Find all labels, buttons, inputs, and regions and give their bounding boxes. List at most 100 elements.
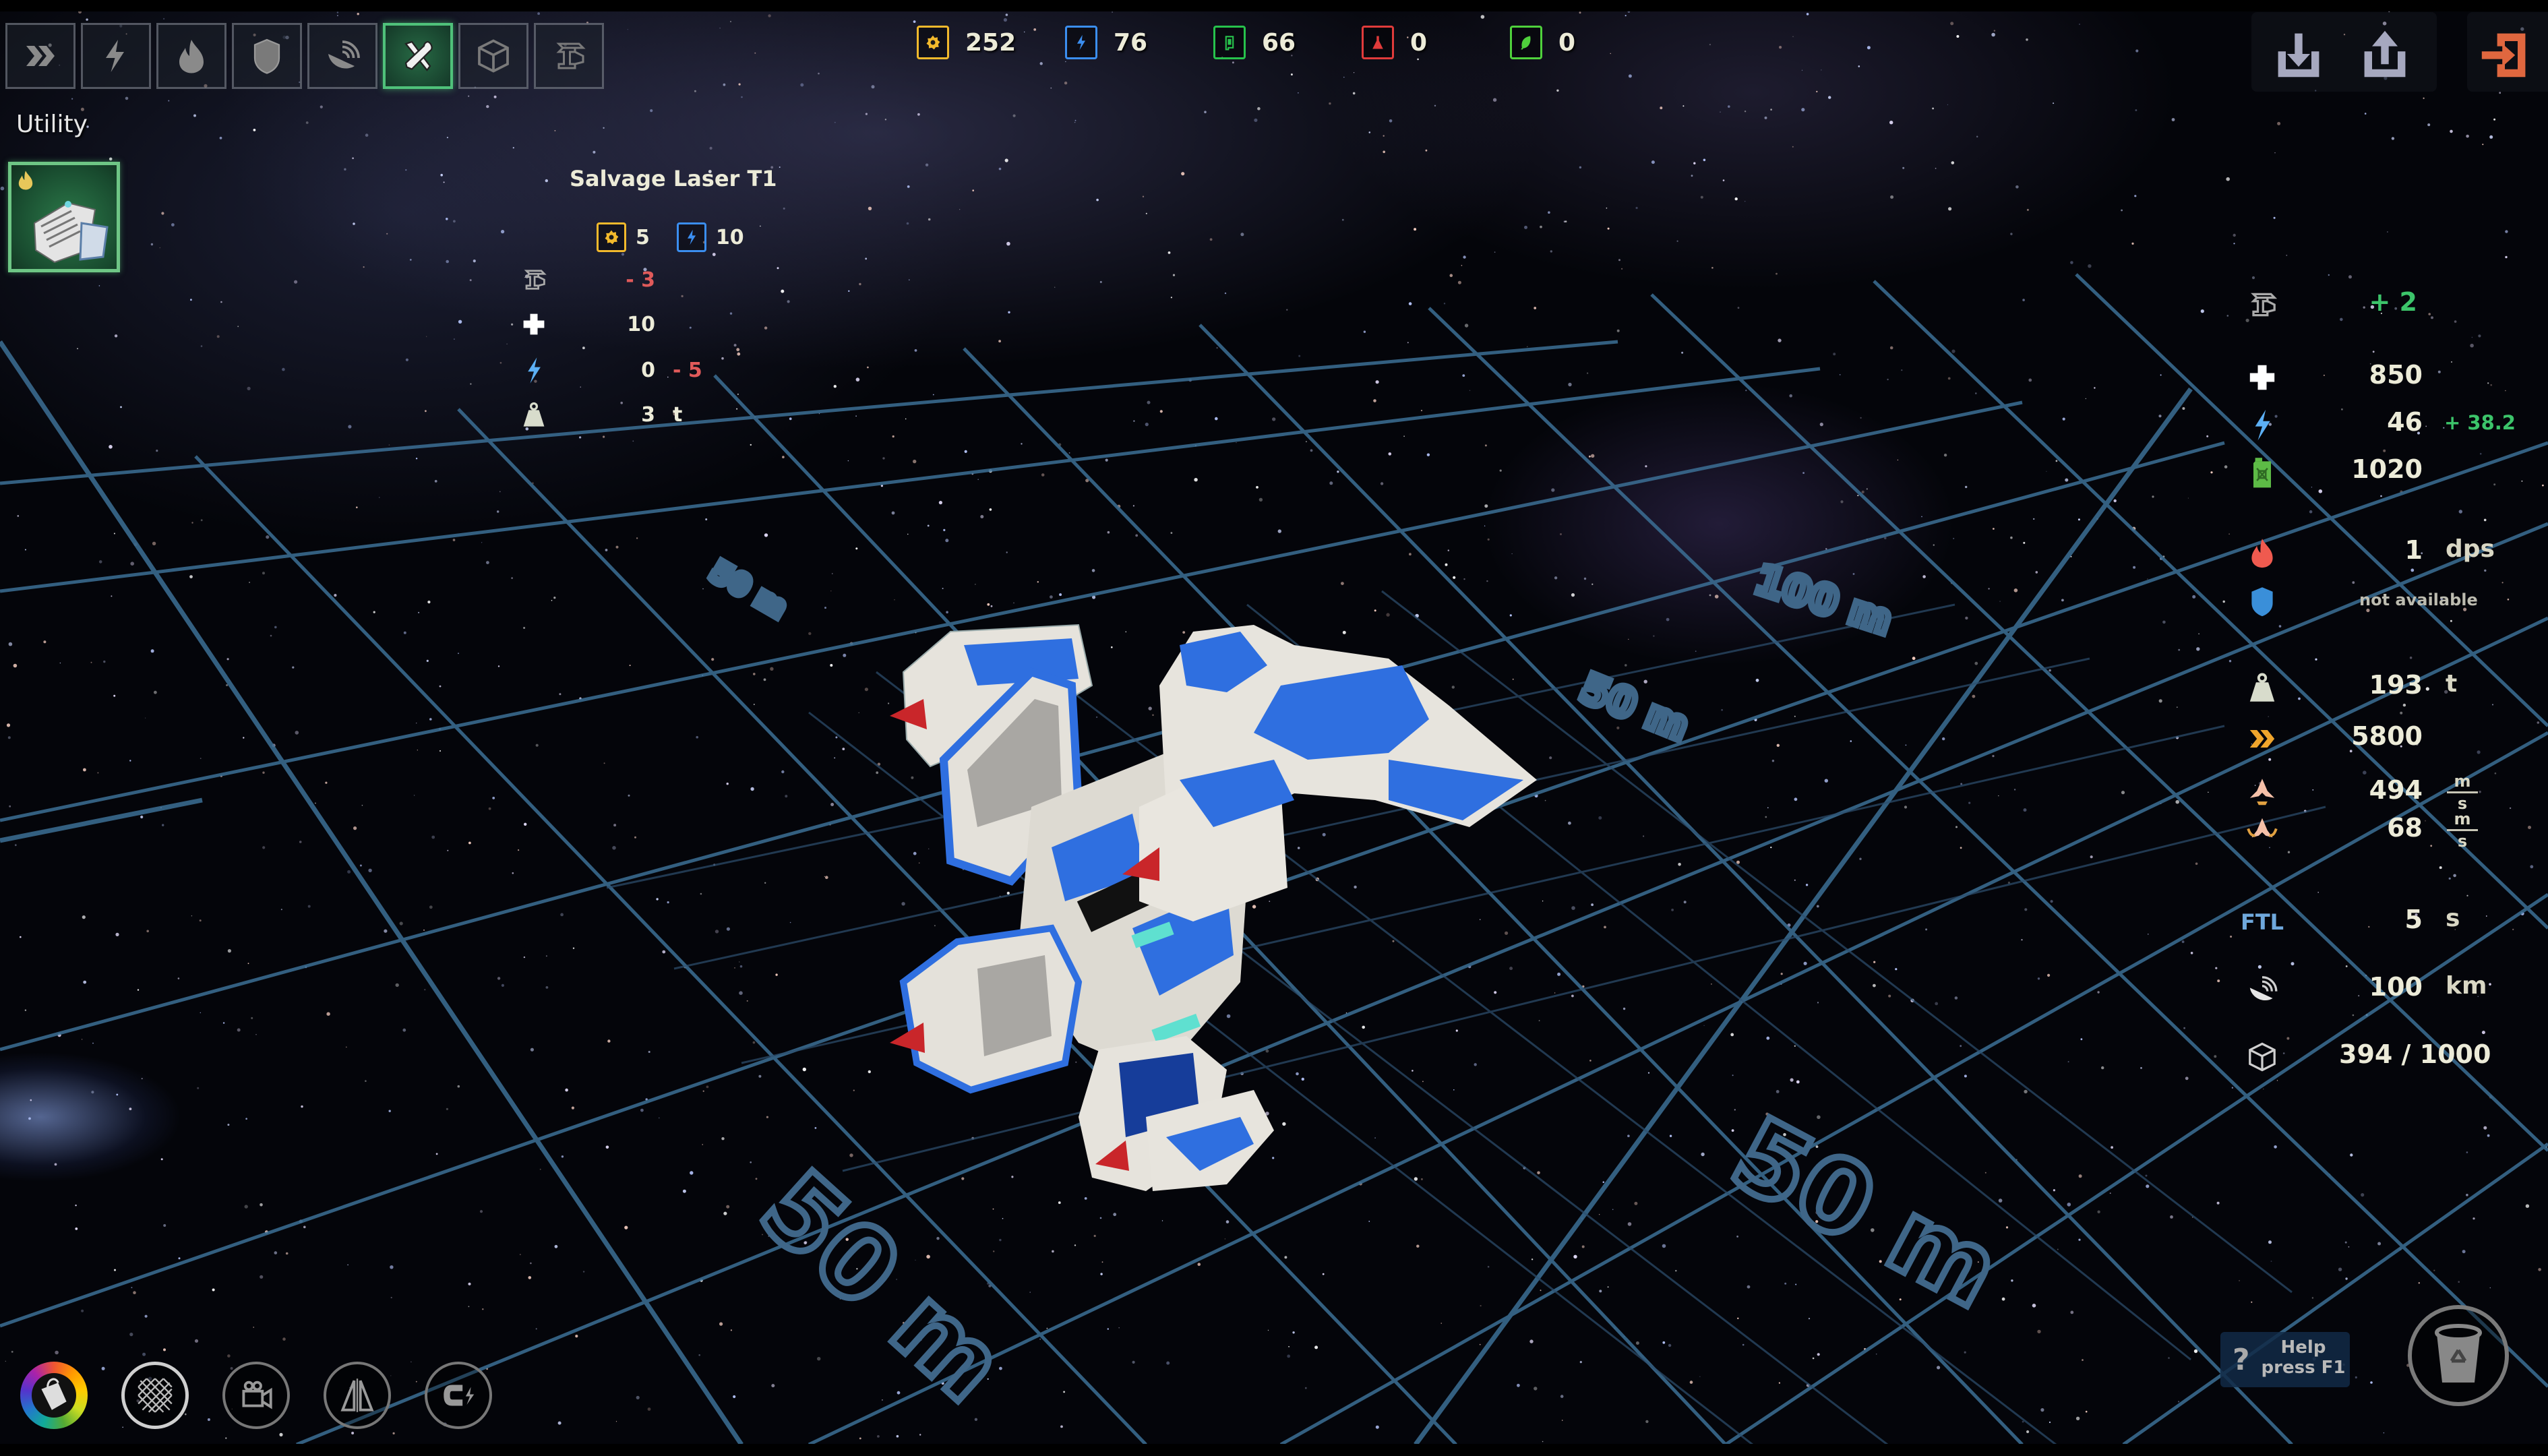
stat-value: 850 (2369, 360, 2423, 390)
tab-sensors[interactable] (307, 23, 377, 89)
cube-icon (2249, 1042, 2276, 1072)
stat-value: 193 (2369, 670, 2423, 700)
tools-icon (404, 40, 433, 71)
unit-bottom: s (2457, 832, 2468, 851)
resource-value: 0 (1410, 28, 1428, 57)
tab-shields[interactable] (232, 23, 302, 89)
resource-value: 252 (965, 28, 1017, 57)
tab-cargo[interactable] (458, 23, 528, 89)
camera-icon (242, 1381, 272, 1409)
paint-bucket-icon (41, 1378, 67, 1410)
stat-value: - 3 (626, 268, 655, 292)
resource-energy: 76 (1065, 26, 1213, 59)
grid-label: 50 m (704, 554, 793, 625)
resource-value: 66 (1262, 28, 1296, 57)
camera-button[interactable] (222, 1362, 290, 1429)
magnet-button[interactable] (425, 1362, 492, 1429)
paint-button[interactable] (20, 1362, 88, 1429)
help-text: Help press F1 (2261, 1337, 2346, 1378)
exit-icon (2481, 33, 2526, 78)
credits-badge (597, 222, 626, 252)
help-line-1: Help (2280, 1337, 2326, 1358)
leaf-icon (1521, 36, 1531, 50)
resource-science: 0 (1362, 26, 1510, 59)
resource-bio: 0 (1510, 26, 1658, 59)
bottom-toolbar (20, 1362, 492, 1429)
cube-icon (478, 39, 509, 73)
recycle-bin-icon (2435, 1324, 2482, 1383)
stat-mass: 193 t (2224, 666, 2548, 709)
recycle-button[interactable] (2408, 1305, 2509, 1406)
stat-unit: s (2446, 905, 2460, 932)
blueprint-io-group (2251, 12, 2437, 92)
resource-fuel: 66 (1213, 26, 1362, 59)
tab-engines[interactable] (5, 23, 75, 89)
stat-power: 46 + 38.2 (2224, 403, 2548, 446)
radar-dish-icon (328, 40, 360, 69)
tab-structure[interactable] (534, 23, 604, 89)
grid-toggle-button[interactable] (121, 1362, 189, 1429)
stat-unit: dps (2446, 535, 2495, 563)
chevron-double-right-icon (26, 46, 55, 66)
tooltip-title: Salvage Laser T1 (570, 166, 777, 191)
section-title: Utility (16, 111, 88, 138)
top-letterbox (0, 0, 2548, 11)
mirror-icon (340, 1378, 374, 1412)
salvage-laser-thumbnail (33, 201, 109, 264)
stat-value: 5 (2404, 905, 2423, 934)
ship-stats-panel: + 2 850 46 + 38.2 1020 1 dps not availab… (2224, 270, 2548, 1092)
fire-icon (2251, 539, 2273, 568)
spaceship-model[interactable] (876, 605, 1577, 1198)
tab-power[interactable] (81, 23, 151, 89)
stat-hull: 850 (2224, 356, 2548, 399)
girder-icon (2251, 293, 2278, 317)
stat-ftl: FTL 5 s (2224, 901, 2548, 944)
stat-thrust: 5800 (2224, 717, 2548, 760)
stat-extra: t (673, 402, 683, 427)
exit-button[interactable] (2478, 27, 2532, 81)
grid-label: 50 m (1573, 665, 1695, 750)
cost-energy: 10 (715, 225, 744, 249)
stat-value: 0 (641, 358, 655, 382)
help-icon: ? (2233, 1343, 2250, 1377)
export-icon (2364, 30, 2406, 78)
ship-turn-icon (2247, 818, 2278, 838)
resource-value: 0 (1558, 28, 1576, 57)
fuel-canister-icon (1225, 36, 1234, 51)
magnet-icon (444, 1385, 475, 1406)
ftl-label: FTL (2240, 909, 2284, 935)
girder-icon (556, 42, 586, 69)
shield-icon (253, 38, 280, 74)
shield-icon (2251, 587, 2273, 617)
category-tabs (5, 23, 604, 89)
stat-value: + 2 (2369, 287, 2417, 317)
stat-damage: 1 dps (2224, 531, 2548, 574)
help-hint[interactable]: ? Help press F1 (2220, 1332, 2350, 1387)
ship-speed-icon (2249, 779, 2275, 806)
export-button[interactable] (2358, 27, 2412, 81)
weight-icon (2249, 673, 2275, 702)
stat-value: 100 (2369, 972, 2423, 1002)
tab-weapons[interactable] (156, 23, 226, 89)
lightning-icon (106, 40, 124, 72)
build-viewport[interactable]: 50 m 50 m 50 m 100 m 50 m (0, 11, 2548, 1445)
mirror-button[interactable] (324, 1362, 391, 1429)
tab-utility[interactable] (383, 23, 453, 89)
import-icon (2278, 33, 2319, 78)
resource-bar: 252 76 66 0 0 (917, 26, 1658, 59)
stat-extra: - 5 (673, 358, 702, 382)
stat-unit: t (2446, 670, 2458, 698)
grid-icon (138, 1378, 173, 1413)
bottom-letterbox (0, 1444, 2548, 1456)
fuel-canister-icon (2253, 458, 2271, 488)
import-button[interactable] (2272, 27, 2326, 81)
stat-value: 1 (2404, 535, 2423, 565)
module-card-salvage-laser[interactable] (8, 162, 120, 272)
tooltip-cost: 5 10 (597, 222, 762, 252)
energy-badge (676, 222, 706, 252)
cost-credits: 5 (636, 225, 650, 249)
girder-icon (524, 270, 547, 290)
grid-label: 100 m (1749, 556, 1898, 644)
resource-credits: 252 (917, 26, 1065, 59)
stat-unit: ms (2447, 810, 2478, 850)
